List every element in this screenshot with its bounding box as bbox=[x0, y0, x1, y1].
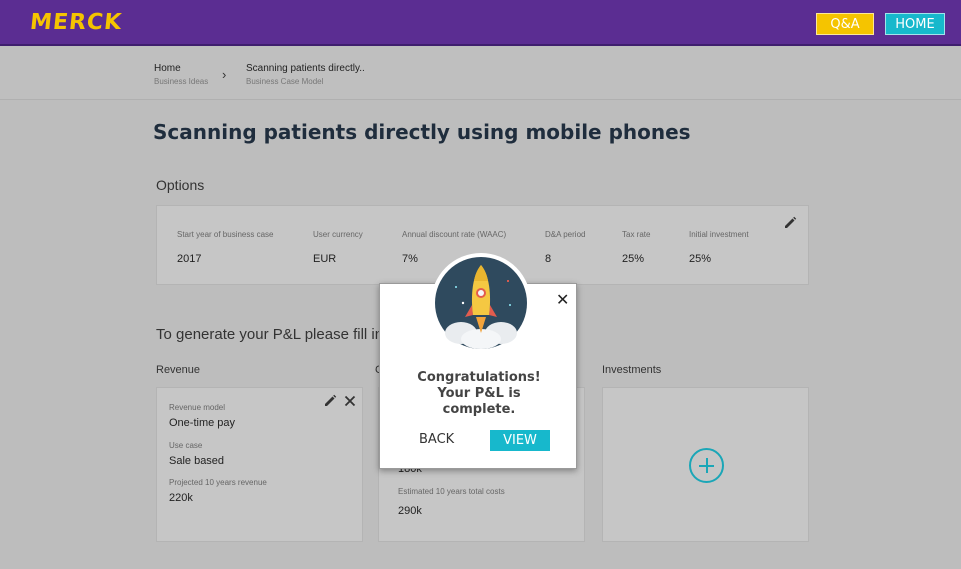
page-title: Scanning patients directly using mobile … bbox=[153, 120, 691, 144]
breadcrumb-title: Scanning patients directly.. bbox=[246, 63, 365, 74]
modal-message-line: Your P&L is bbox=[437, 386, 521, 401]
view-button[interactable]: VIEW bbox=[490, 430, 550, 451]
breadcrumb-title: Home bbox=[154, 63, 181, 74]
modal-message-line: complete. bbox=[442, 402, 516, 417]
use-case-label: Use case bbox=[169, 441, 203, 450]
option-start-year: Start year of business case 2017 bbox=[177, 230, 274, 265]
chevron-right-icon: › bbox=[222, 67, 227, 82]
generate-heading: To generate your P&L please fill in bbox=[156, 326, 384, 343]
add-circle-icon[interactable] bbox=[689, 448, 724, 483]
option-value: 25% bbox=[689, 253, 712, 265]
option-label: Tax rate bbox=[622, 230, 651, 239]
merck-logo[interactable]: MERCK bbox=[29, 10, 124, 35]
option-value: 25% bbox=[622, 253, 645, 265]
option-label: Annual discount rate (WAAC) bbox=[402, 230, 507, 239]
modal-message: Congratulations! Your P&L is complete. bbox=[380, 370, 578, 418]
option-value: 2017 bbox=[177, 253, 202, 265]
revenue-card: Revenue model One-time pay Use case Sale… bbox=[156, 387, 363, 542]
close-icon[interactable] bbox=[343, 394, 357, 408]
qa-button[interactable]: Q&A bbox=[816, 13, 874, 35]
pencil-icon[interactable] bbox=[323, 394, 337, 408]
modal-message-line: Congratulations! bbox=[417, 370, 541, 385]
pencil-icon[interactable] bbox=[783, 216, 797, 230]
back-button[interactable]: BACK bbox=[419, 432, 454, 447]
revenue-heading: Revenue bbox=[156, 364, 201, 376]
total-costs-value: 290k bbox=[398, 505, 422, 517]
breadcrumb: Home Business Ideas › Scanning patients … bbox=[0, 46, 961, 100]
breadcrumb-item-current[interactable]: Scanning patients directly.. Business Ca… bbox=[246, 63, 365, 86]
investments-card bbox=[602, 387, 809, 542]
investments-heading: Investments bbox=[602, 364, 662, 376]
breadcrumb-item-home[interactable]: Home Business Ideas bbox=[154, 63, 208, 86]
option-da-period: D&A period 8 bbox=[545, 230, 585, 265]
revenue-model-value: One-time pay bbox=[169, 417, 236, 429]
top-bar: MERCK Q&A HOME bbox=[0, 0, 961, 46]
close-icon[interactable]: ✕ bbox=[556, 290, 569, 309]
home-button[interactable]: HOME bbox=[885, 13, 945, 35]
projected-revenue-value: 220k bbox=[169, 492, 193, 504]
option-label: Initial investment bbox=[689, 230, 749, 239]
option-currency: User currency EUR bbox=[313, 230, 363, 265]
option-value: 8 bbox=[545, 253, 552, 265]
breadcrumb-subtitle: Business Ideas bbox=[154, 77, 209, 86]
option-label: User currency bbox=[313, 230, 363, 239]
option-initial-investment: Initial investment 25% bbox=[689, 230, 749, 265]
projected-revenue-label: Projected 10 years revenue bbox=[169, 478, 267, 487]
option-tax-rate: Tax rate 25% bbox=[622, 230, 650, 265]
breadcrumb-subtitle: Business Case Model bbox=[246, 77, 324, 86]
option-label: D&A period bbox=[545, 230, 586, 239]
option-label: Start year of business case bbox=[177, 230, 274, 239]
option-value: EUR bbox=[313, 253, 337, 265]
rocket-icon bbox=[431, 253, 531, 353]
revenue-model-label: Revenue model bbox=[169, 403, 226, 412]
total-costs-label: Estimated 10 years total costs bbox=[398, 487, 505, 496]
options-heading: Options bbox=[156, 177, 205, 193]
use-case-value: Sale based bbox=[169, 455, 225, 467]
